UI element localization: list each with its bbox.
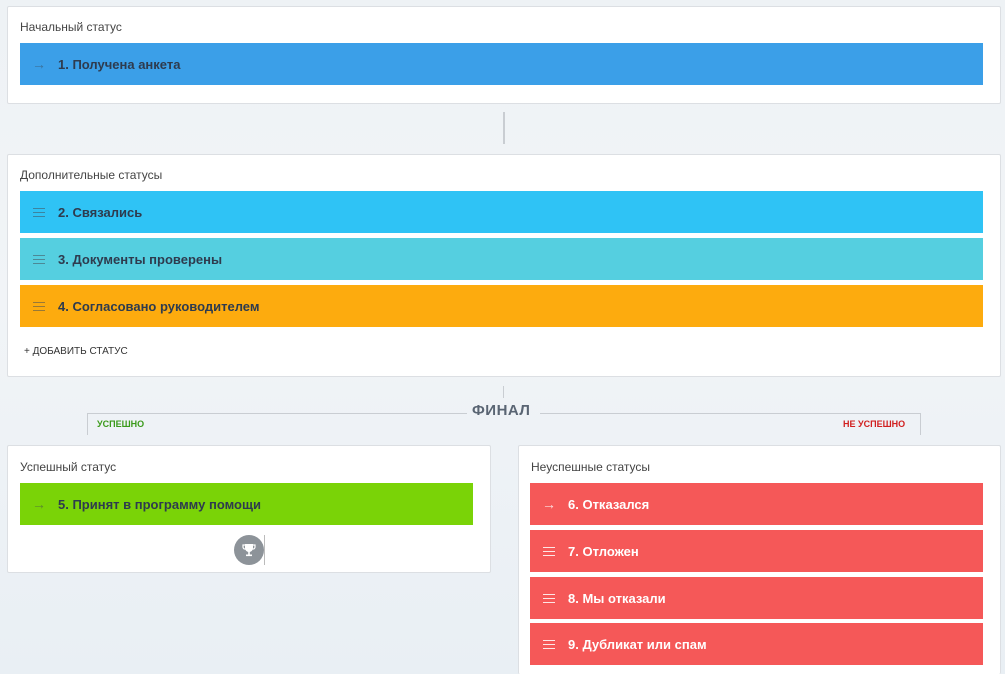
trophy-icon xyxy=(234,535,264,565)
status-label: 3. Документы проверены xyxy=(58,251,223,267)
status-label: 9. Дубликат или спам xyxy=(568,636,707,652)
add-status-button[interactable]: + ДОБАВИТЬ СТАТУС xyxy=(24,346,128,357)
status-label: 5. Принят в программу помощи xyxy=(58,496,261,512)
status-row-1[interactable]: → 1. Получена анкета xyxy=(20,43,983,85)
trophy-divider xyxy=(264,535,265,565)
arrow-icon: → xyxy=(32,56,46,72)
status-row-3[interactable]: 3. Документы проверены xyxy=(20,238,983,280)
status-label: 1. Получена анкета xyxy=(58,56,181,72)
status-row-4[interactable]: 4. Согласовано руководителем xyxy=(20,285,983,327)
additional-statuses-panel: Дополнительные статусы 2. Связались 3. Д… xyxy=(7,154,1001,377)
initial-status-panel: Начальный статус → 1. Получена анкета xyxy=(7,6,1001,104)
status-row-2[interactable]: 2. Связались xyxy=(20,191,983,233)
status-row-9[interactable]: 9. Дубликат или спам xyxy=(530,623,983,665)
success-tag: УСПЕШНО xyxy=(97,419,145,429)
success-status-title: Успешный статус xyxy=(20,460,117,474)
drag-handle-icon[interactable] xyxy=(20,207,58,217)
status-label: 6. Отказался xyxy=(568,496,650,512)
additional-statuses-title: Дополнительные статусы xyxy=(20,168,163,182)
status-label: 4. Согласовано руководителем xyxy=(58,298,260,314)
final-line-left xyxy=(87,413,467,414)
drag-handle-icon[interactable] xyxy=(20,301,58,311)
status-row-5[interactable]: → 5. Принят в программу помощи xyxy=(20,483,473,525)
drag-handle-icon[interactable] xyxy=(20,254,58,264)
failure-statuses-title: Неуспешные статусы xyxy=(531,460,651,474)
failure-statuses-panel: Неуспешные статусы → 6. Отказался 7. Отл… xyxy=(518,445,1001,674)
final-line-left-tick xyxy=(87,413,88,435)
status-row-8[interactable]: 8. Мы отказали xyxy=(530,577,983,619)
fail-tag: НЕ УСПЕШНО xyxy=(843,419,906,429)
final-line-right xyxy=(540,413,921,414)
initial-status-title: Начальный статус xyxy=(20,20,122,34)
status-label: 2. Связались xyxy=(58,204,143,220)
final-title: ФИНАЛ xyxy=(472,402,531,419)
connector-line xyxy=(503,112,505,144)
final-connector xyxy=(503,386,504,398)
arrow-icon: → xyxy=(32,496,46,512)
final-line-right-tick xyxy=(920,413,921,435)
drag-handle-icon[interactable] xyxy=(530,546,568,556)
status-label: 7. Отложен xyxy=(568,543,639,559)
success-status-panel: Успешный статус → 5. Принят в программу … xyxy=(7,445,491,573)
arrow-icon: → xyxy=(542,496,556,512)
drag-handle-icon[interactable] xyxy=(530,593,568,603)
status-label: 8. Мы отказали xyxy=(568,590,666,606)
status-row-6[interactable]: → 6. Отказался xyxy=(530,483,983,525)
drag-handle-icon[interactable] xyxy=(530,639,568,649)
status-row-7[interactable]: 7. Отложен xyxy=(530,530,983,572)
